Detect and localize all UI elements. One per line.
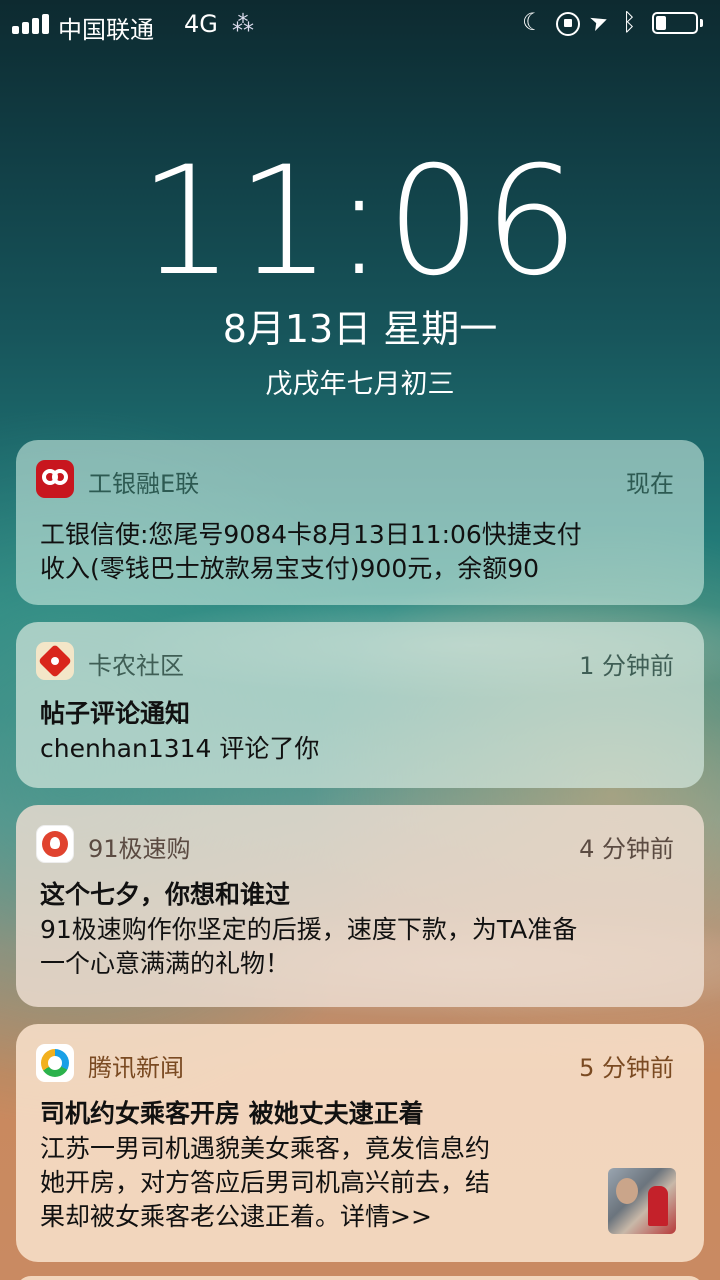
notification-time: 1 分钟前 xyxy=(579,652,674,680)
notification-next-partial[interactable] xyxy=(16,1276,704,1280)
notification-tencent-news[interactable]: 腾讯新闻 5 分钟前 司机约女乘客开房 被她丈夫逮正着 江苏一男司机遇貌美女乘客… xyxy=(16,1024,704,1262)
notification-time: 4 分钟前 xyxy=(579,835,674,863)
notification-line: 果却被女乘客老公逮正着。详情>> xyxy=(40,1202,432,1231)
bluetooth-icon: ᛒ xyxy=(622,8,637,36)
notification-header: 91极速购 4 分钟前 xyxy=(16,805,704,883)
notification-line: 工银信使:您尾号9084卡8月13日11:06快捷支付 xyxy=(40,520,582,549)
notification-icbc[interactable]: 工银融E联 现在 工银信使:您尾号9084卡8月13日11:06快捷支付 收入(… xyxy=(16,440,704,605)
icbc-app-icon xyxy=(36,460,74,498)
notification-title: 司机约女乘客开房 被她丈夫逮正着 xyxy=(40,1099,424,1128)
rotation-lock-icon xyxy=(556,12,580,36)
notification-91jisugou[interactable]: 91极速购 4 分钟前 这个七夕，你想和谁过 91极速购作你坚定的后援，速度下款… xyxy=(16,805,704,1007)
tencent-news-app-icon xyxy=(36,1044,74,1082)
notification-body: 帖子评论通知 chenhan1314 评论了你 xyxy=(40,696,680,766)
notification-line: chenhan1314 评论了你 xyxy=(40,734,320,763)
notification-line: 91极速购作你坚定的后援，速度下款，为TA准备 xyxy=(40,915,578,944)
network-type: 4G xyxy=(184,10,218,38)
notification-app-name: 91极速购 xyxy=(88,835,191,863)
lunar-date: 戊戌年七月初三 xyxy=(265,369,455,400)
notification-app-name: 卡农社区 xyxy=(88,652,184,680)
notification-line: 江苏一男司机遇貌美女乘客，竟发信息约 xyxy=(40,1134,491,1163)
notification-body: 这个七夕，你想和谁过 91极速购作你坚定的后援，速度下款，为TA准备 一个心意满… xyxy=(40,877,680,981)
kanong-app-icon xyxy=(36,642,74,680)
notification-time: 现在 xyxy=(626,470,674,498)
lock-screen-date: 8月13日 星期一 xyxy=(222,307,498,351)
signal-strength-icon xyxy=(12,14,52,34)
news-thumbnail-image xyxy=(608,1168,676,1234)
do-not-disturb-moon-icon: ☾ xyxy=(522,8,544,36)
notification-app-name: 工银融E联 xyxy=(88,470,200,498)
battery-icon xyxy=(652,12,703,34)
notification-time: 5 分钟前 xyxy=(579,1054,674,1082)
notification-body: 工银信使:您尾号9084卡8月13日11:06快捷支付 收入(零钱巴士放款易宝支… xyxy=(40,518,680,586)
notification-title: 帖子评论通知 xyxy=(40,699,191,728)
carrier-name: 中国联通 xyxy=(58,16,154,44)
notification-title: 这个七夕，你想和谁过 xyxy=(40,880,291,909)
notification-app-name: 腾讯新闻 xyxy=(88,1054,184,1082)
notification-line: 收入(零钱巴士放款易宝支付)900元，余额90 xyxy=(40,554,540,583)
notification-kanong[interactable]: 卡农社区 1 分钟前 帖子评论通知 chenhan1314 评论了你 xyxy=(16,622,704,788)
status-bar: 中国联通 4G ⁂ ☾ ➤ ᛒ xyxy=(0,0,720,48)
notification-header: 腾讯新闻 5 分钟前 xyxy=(16,1024,704,1102)
notification-header: 卡农社区 1 分钟前 xyxy=(16,622,704,700)
jisugou-app-icon xyxy=(36,825,74,863)
activity-spinner-icon: ⁂ xyxy=(232,12,254,37)
notification-line: 一个心意满满的礼物！ xyxy=(40,949,291,978)
lock-screen-clock: 11:06 xyxy=(138,135,582,309)
location-arrow-icon: ➤ xyxy=(586,7,613,38)
notification-header: 工银融E联 现在 xyxy=(16,440,704,518)
notification-body: 司机约女乘客开房 被她丈夫逮正着 江苏一男司机遇貌美女乘客，竟发信息约 她开房，… xyxy=(40,1096,584,1234)
notification-line: 她开房，对方答应后男司机高兴前去，结 xyxy=(40,1168,491,1197)
